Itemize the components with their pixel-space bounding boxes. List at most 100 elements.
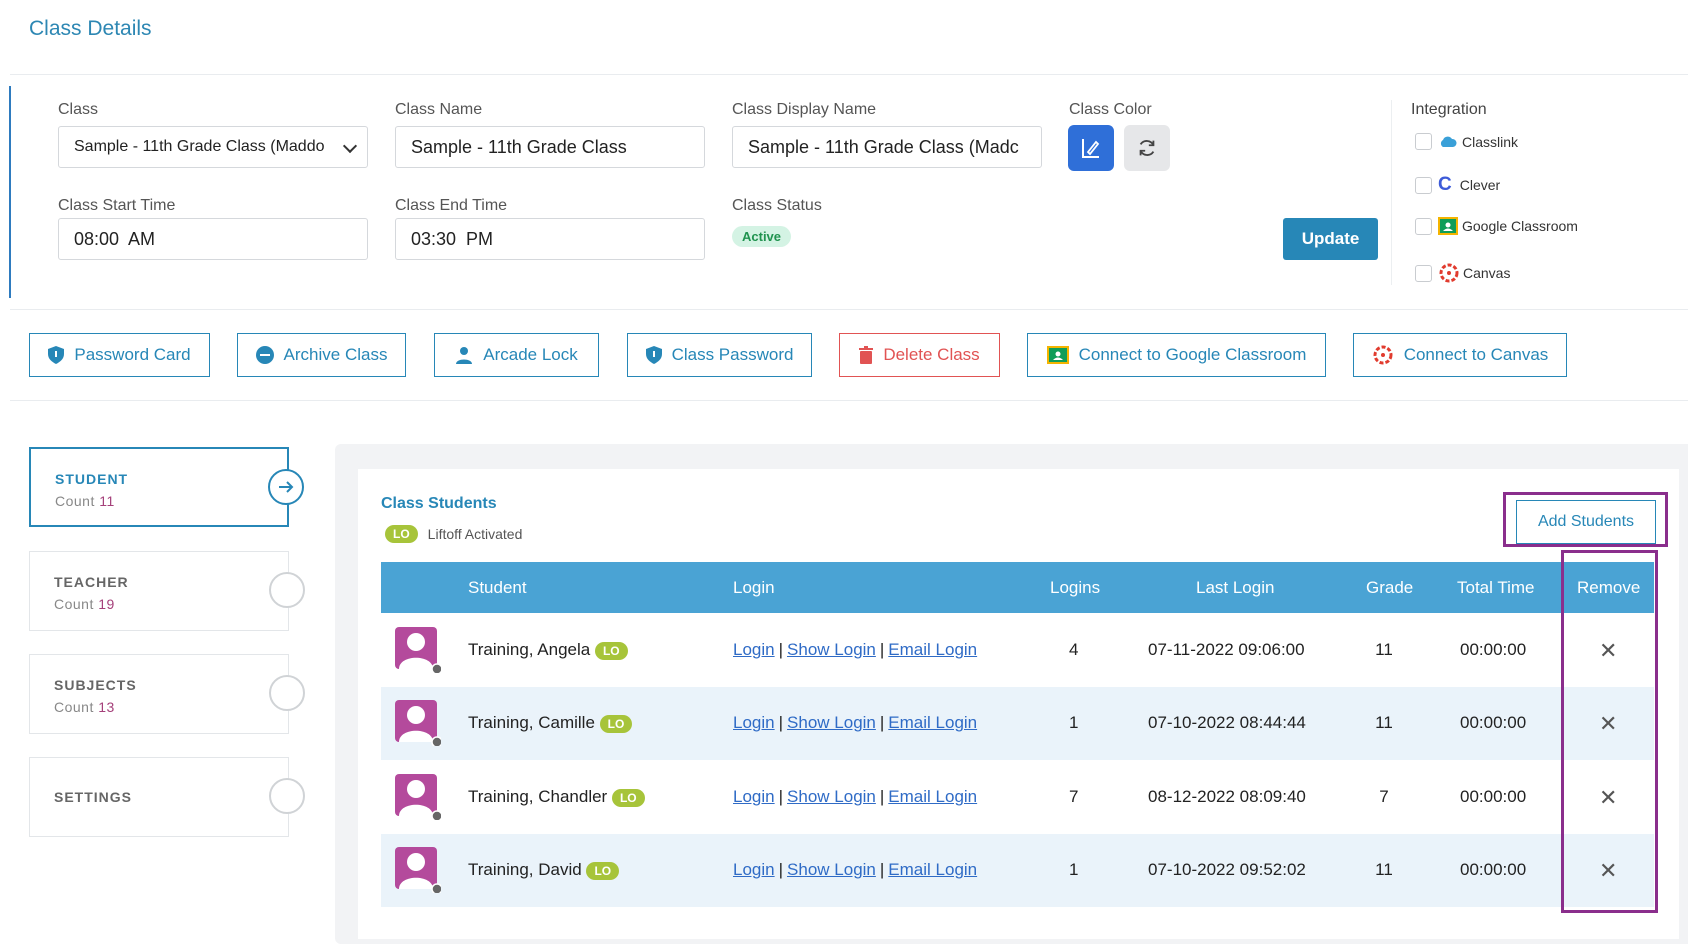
lo-badge: LO (586, 862, 620, 880)
classlink-label: Classlink (1462, 133, 1519, 150)
show-login-link[interactable]: Show Login (787, 787, 876, 806)
lo-badge: LO (599, 715, 633, 733)
grade: 7 (1379, 787, 1389, 806)
class-color-swatch[interactable] (1068, 125, 1114, 171)
delete-class-label: Delete Class (883, 345, 980, 364)
last-login: 07-10-2022 09:52:02 (1148, 860, 1306, 879)
class-start-input[interactable]: 08:00 AM (58, 218, 368, 260)
tab-subjects[interactable]: SUBJECTS Count 13 (29, 654, 289, 734)
classlink-icon (1440, 136, 1457, 147)
google-classroom-icon (1438, 217, 1458, 235)
tab-teacher-count: Count 19 (54, 596, 115, 612)
class-select[interactable]: Sample - 11th Grade Class (Maddo (58, 126, 368, 168)
tab-teacher[interactable]: TEACHER Count 19 (29, 551, 289, 631)
class-display-name-input[interactable]: Sample - 11th Grade Class (Madc (732, 126, 1042, 168)
last-login: 08-12-2022 08:09:40 (1148, 787, 1306, 806)
connect-canvas-button[interactable]: Connect to Canvas (1353, 333, 1567, 377)
tab-teacher-circle[interactable] (269, 572, 305, 608)
email-login-link[interactable]: Email Login (888, 787, 977, 806)
logins-count: 1 (1069, 860, 1079, 879)
canvas-icon (1439, 263, 1459, 283)
class-display-name-label: Class Display Name (732, 101, 877, 118)
class-display-name-value: Sample - 11th Grade Class (Madc (748, 136, 1019, 157)
google-classroom-icon (1046, 346, 1069, 364)
show-login-link[interactable]: Show Login (787, 860, 876, 879)
table-row: Training, David LO Login | Show Login | Email… (381, 834, 1654, 907)
form-accent-bar (9, 86, 11, 298)
col-last-login: Last Login (1196, 578, 1275, 597)
logins-count: 1 (1069, 713, 1079, 732)
login-link[interactable]: Login (733, 640, 775, 659)
show-login-link[interactable]: Show Login (787, 713, 876, 732)
col-student: Student (468, 578, 527, 597)
student-name: Training, David (468, 860, 582, 879)
tab-student[interactable]: STUDENT Count 11 (29, 447, 289, 527)
header-divider (10, 74, 1688, 75)
class-end-input[interactable]: 03:30 PM (395, 218, 705, 260)
lo-badge: LO (611, 789, 645, 807)
logins-count: 4 (1069, 640, 1079, 659)
integration-google-classroom[interactable]: Google Classroom (1415, 217, 1578, 235)
col-login: Login (733, 578, 775, 597)
clever-checkbox[interactable] (1415, 176, 1432, 194)
class-label: Class (58, 101, 99, 118)
archive-class-button[interactable]: Archive Class (237, 333, 406, 377)
class-start-value: 08:00 AM (74, 228, 156, 249)
connect-google-classroom-button[interactable]: Connect to Google Classroom (1027, 333, 1326, 377)
integration-classlink[interactable]: Classlink (1415, 133, 1518, 150)
tab-student-count: Count 11 (55, 493, 115, 509)
class-end-value: 03:30 PM (411, 228, 494, 249)
avatar (395, 627, 441, 673)
show-login-link[interactable]: Show Login (787, 640, 876, 659)
canvas-icon (1373, 345, 1393, 365)
login-links: Login | Show Login | Email Login (733, 860, 978, 879)
chevron-down-icon (342, 138, 358, 154)
reset-color-button[interactable] (1124, 125, 1170, 171)
delete-class-button[interactable]: Delete Class (839, 333, 1000, 377)
login-link[interactable]: Login (733, 787, 775, 806)
col-total-time: Total Time (1457, 578, 1535, 597)
grade: 11 (1375, 713, 1393, 732)
class-name-label: Class Name (395, 101, 483, 118)
login-link[interactable]: Login (733, 713, 775, 732)
total-time: 00:00:00 (1460, 640, 1527, 659)
tab-settings-circle[interactable] (269, 778, 305, 814)
tab-subjects-title: SUBJECTS (54, 677, 137, 693)
email-login-link[interactable]: Email Login (888, 713, 977, 732)
student-name-cell: Training, David LO (468, 860, 620, 880)
student-name: Training, Camille (468, 713, 595, 732)
update-button[interactable]: Update (1283, 218, 1378, 260)
arcade-lock-button[interactable]: Arcade Lock (434, 333, 599, 377)
class-password-button[interactable]: Class Password (627, 333, 812, 377)
avatar (395, 847, 441, 893)
login-link[interactable]: Login (733, 860, 775, 879)
tab-settings-title: SETTINGS (54, 789, 133, 805)
google-classroom-checkbox[interactable] (1415, 217, 1432, 235)
google-classroom-label: Google Classroom (1462, 218, 1578, 234)
integration-canvas[interactable]: Canvas (1415, 262, 1510, 284)
avatar (395, 700, 441, 746)
connect-google-classroom-label: Connect to Google Classroom (1078, 345, 1307, 364)
integration-separator (1391, 100, 1392, 285)
student-name: Training, Angela (468, 640, 591, 659)
tab-settings[interactable]: SETTINGS (29, 757, 289, 837)
password-card-label: Password Card (74, 345, 191, 364)
classlink-checkbox[interactable] (1415, 133, 1432, 150)
password-card-button[interactable]: Password Card (29, 333, 210, 377)
class-end-label: Class End Time (395, 197, 508, 214)
arcade-lock-label: Arcade Lock (483, 345, 578, 364)
last-login: 07-11-2022 09:06:00 (1148, 640, 1305, 659)
tab-subjects-count: Count 13 (54, 699, 115, 715)
login-links: Login | Show Login | Email Login (733, 640, 978, 659)
email-login-link[interactable]: Email Login (888, 640, 977, 659)
shield-icon (645, 346, 662, 364)
class-select-value: Sample - 11th Grade Class (Maddo (74, 138, 325, 155)
tab-subjects-circle[interactable] (269, 675, 305, 711)
canvas-checkbox[interactable] (1415, 264, 1432, 282)
lo-legend: LO Liftoff Activated (385, 525, 522, 543)
integration-clever[interactable]: C Clever (1415, 174, 1500, 196)
email-login-link[interactable]: Email Login (888, 860, 977, 879)
highlight-remove-column (1561, 550, 1658, 913)
arrow-right-circle-icon[interactable] (268, 469, 304, 505)
class-name-input[interactable]: Sample - 11th Grade Class (395, 126, 705, 168)
